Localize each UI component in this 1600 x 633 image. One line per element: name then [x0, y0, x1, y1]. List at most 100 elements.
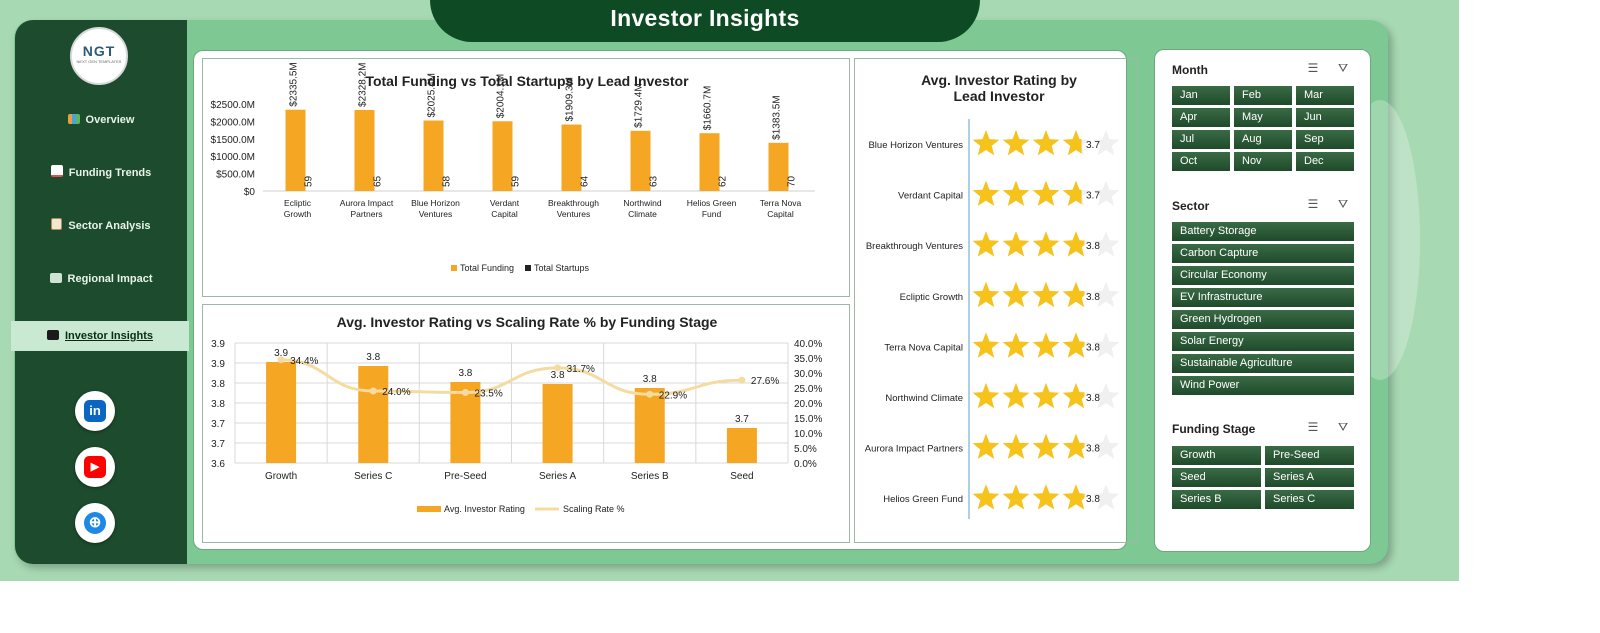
legend-swatch-total-startups [525, 265, 531, 271]
slicer-item-sector-circular-economy[interactable]: Circular Economy [1172, 266, 1354, 285]
category-label: Ecliptic Growth [900, 292, 963, 303]
x-tick-label: Fund [702, 209, 722, 219]
rating-bar [542, 384, 573, 463]
website-button[interactable]: ⊕ [75, 503, 115, 543]
star-filled [972, 130, 1000, 156]
slicer-item-stage-series-a[interactable]: Series A [1265, 468, 1354, 487]
slicer-item-stage-growth[interactable]: Growth [1172, 446, 1261, 465]
category-label: Helios Green Fund [883, 494, 963, 505]
sidebar-item-sector-analysis[interactable]: Sector Analysis [15, 213, 187, 239]
slicer-item-month-nov[interactable]: Nov [1234, 152, 1292, 171]
scaling-rate-point [554, 364, 562, 372]
sidebar-item-label: Overview [85, 114, 135, 126]
star-filled [1002, 180, 1030, 206]
rating-value-label: 3.8 [1086, 444, 1100, 455]
legend-swatch-avg-rating [417, 506, 441, 512]
slicer-item-month-aug[interactable]: Aug [1234, 130, 1292, 149]
clear-filter-icon[interactable]: ⛛ [1334, 197, 1352, 213]
multi-select-icon[interactable]: ☰ [1304, 420, 1322, 436]
slicer-item-month-jun[interactable]: Jun [1296, 108, 1354, 127]
star-filled [1002, 281, 1030, 308]
slicer-item-month-may[interactable]: May [1234, 108, 1292, 127]
slicer-item-sector-sustainable-agriculture[interactable]: Sustainable Agriculture [1172, 354, 1354, 373]
multi-select-icon[interactable]: ☰ [1304, 197, 1322, 213]
slicer-item-sector-carbon-capture[interactable]: Carbon Capture [1172, 244, 1354, 263]
star-filled [1032, 484, 1060, 510]
x-tick-label: Series B [631, 471, 669, 482]
startups-data-label: 59 [304, 175, 315, 187]
star-filled [972, 281, 1000, 308]
slicer-item-stage-series-b[interactable]: Series B [1172, 490, 1261, 509]
star-filled [1002, 130, 1030, 156]
slicer-item-stage-series-c[interactable]: Series C [1265, 490, 1354, 509]
multi-select-icon[interactable]: ☰ [1304, 61, 1322, 77]
star-filled [1002, 383, 1030, 409]
youtube-button[interactable]: ▶ [75, 447, 115, 487]
sidebar-item-label: Sector Analysis [68, 220, 151, 232]
slicer-item-sector-green-hydrogen[interactable]: Green Hydrogen [1172, 310, 1354, 329]
y-tick-label: 3.7 [211, 439, 225, 450]
funding-bar [285, 109, 306, 191]
slicer-item-sector-solar-energy[interactable]: Solar Energy [1172, 332, 1354, 351]
y-tick-label: $1500.0M [211, 135, 255, 146]
funding-vs-startups-chart: Total Funding vs Total Startups by Lead … [202, 58, 850, 297]
funding-bar [423, 120, 444, 191]
slicer-item-month-jul[interactable]: Jul [1172, 130, 1230, 149]
rating-data-label: 3.8 [551, 370, 565, 381]
logo-subtext: NEXT GEN TEMPLATES [76, 59, 122, 64]
y-tick-label: $0 [244, 187, 256, 198]
rating-value-label: 3.7 [1086, 191, 1100, 202]
slicer-item-month-mar[interactable]: Mar [1296, 86, 1354, 105]
funding-bar [561, 124, 582, 191]
slicer-item-month-feb[interactable]: Feb [1234, 86, 1292, 105]
y-tick-label: 3.8 [211, 399, 225, 410]
slicer-item-month-dec[interactable]: Dec [1296, 152, 1354, 171]
legend-label-total-startups: Total Startups [534, 263, 590, 273]
sidebar-item-overview[interactable]: Overview [15, 107, 187, 133]
rating-value-label: 3.8 [1086, 393, 1100, 404]
slicer-item-sector-wind-power[interactable]: Wind Power [1172, 376, 1354, 395]
slicer-item-sector-battery-storage[interactable]: Battery Storage [1172, 222, 1354, 241]
linkedin-icon: in [84, 400, 106, 422]
clear-filter-icon[interactable]: ⛛ [1334, 61, 1352, 77]
x-tick-label: Partners [350, 209, 382, 219]
slicer-item-month-oct[interactable]: Oct [1172, 152, 1230, 171]
y2-tick-label: 25.0% [794, 384, 822, 395]
sidebar-item-investor-insights[interactable]: Investor Insights [11, 321, 189, 351]
x-tick-label: Growth [265, 471, 297, 482]
star-filled [972, 180, 1000, 206]
star-filled [972, 484, 1000, 510]
slicer-item-month-sep[interactable]: Sep [1296, 130, 1354, 149]
x-tick-label: Aurora Impact [340, 198, 394, 208]
category-label: Northwind Climate [885, 393, 963, 404]
clear-filter-icon[interactable]: ⛛ [1334, 420, 1352, 436]
star-filled [1032, 130, 1060, 156]
scaling-rate-point [277, 356, 285, 364]
slicer-item-month-apr[interactable]: Apr [1172, 108, 1230, 127]
rating-bar [726, 428, 757, 463]
slicer-item-sector-ev-infrastructure[interactable]: EV Infrastructure [1172, 288, 1354, 307]
sidebar-item-funding-trends[interactable]: Funding Trends [15, 160, 187, 186]
x-tick-label: Helios Green [687, 198, 737, 208]
funding-data-label: $1383.5M [772, 95, 783, 139]
y-tick-label: 3.9 [211, 339, 225, 350]
logo-text: NGT [82, 43, 116, 59]
rating-value-label: 3.8 [1086, 494, 1100, 505]
rating-by-investor-svg: Avg. Investor Rating by Lead Investor Blu… [865, 72, 1120, 519]
funding-bar [768, 142, 789, 191]
slicer-item-month-jan[interactable]: Jan [1172, 86, 1230, 105]
linkedin-button[interactable]: in [75, 391, 115, 431]
startups-data-label: 59 [511, 175, 522, 187]
category-label: Breakthrough Ventures [866, 241, 963, 252]
funding-data-label: $2328.2M [358, 62, 369, 106]
y2-tick-label: 0.0% [794, 459, 817, 470]
legend-label-avg-rating: Avg. Investor Rating [444, 504, 525, 514]
slicer-item-stage-pre-seed[interactable]: Pre-Seed [1265, 446, 1354, 465]
scaling-rate-point [646, 390, 654, 398]
category-label: Terra Nova Capital [884, 342, 963, 353]
rating-by-investor-chart: Avg. Investor Rating by Lead Investor Blu… [854, 58, 1138, 543]
slicer-item-stage-seed[interactable]: Seed [1172, 468, 1261, 487]
star-filled [1032, 231, 1060, 257]
sidebar-item-regional-impact[interactable]: Regional Impact [15, 266, 187, 292]
y-tick-label: 3.8 [211, 379, 225, 390]
